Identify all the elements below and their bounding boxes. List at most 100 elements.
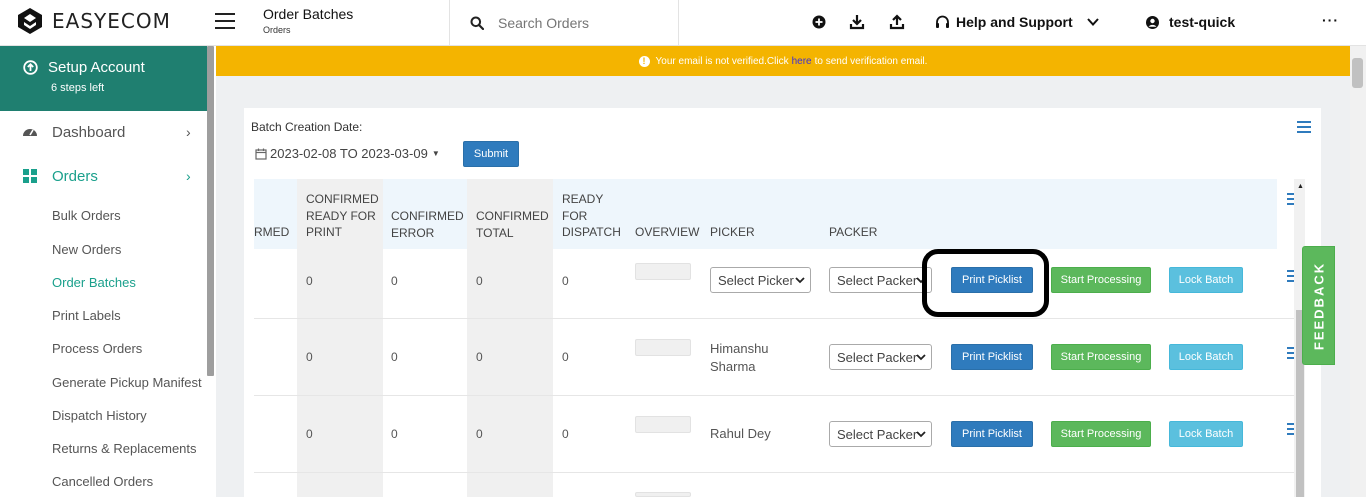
- col-header-line: DISPATCH: [562, 225, 621, 239]
- feedback-label: FEEDBACK: [1311, 261, 1326, 350]
- row-divider: [254, 318, 1294, 319]
- overview-bar[interactable]: [635, 416, 691, 433]
- menu-toggle-icon[interactable]: [215, 13, 235, 29]
- packer-select[interactable]: Select Packer: [829, 344, 932, 370]
- col-header-confirmed: RMED: [254, 225, 290, 239]
- col-header-ready-for-dispatch: READY FOR DISPATCH: [562, 191, 621, 241]
- picker-name-line: Sharma: [710, 359, 756, 374]
- sidebar: Setup Account 6 steps left Dashboard › O…: [0, 46, 216, 497]
- help-label: Help and Support: [956, 14, 1073, 30]
- more-options-icon[interactable]: ···: [1322, 12, 1339, 28]
- brand-logo[interactable]: EASYECOM: [16, 7, 171, 35]
- col-header-confirmed-total: CONFIRMED TOTAL: [476, 208, 549, 241]
- search-box: [449, 0, 679, 46]
- batch-creation-date-label: Batch Creation Date:: [251, 120, 363, 134]
- setup-steps-left: 6 steps left: [51, 82, 105, 94]
- verify-email-link[interactable]: here: [792, 56, 812, 67]
- picker-name: Rahul Dey: [710, 426, 771, 441]
- date-range-picker[interactable]: 2023-02-08 TO 2023-03-09 ▼: [255, 146, 440, 161]
- row-divider: [254, 472, 1294, 473]
- sidebar-item-orders[interactable]: Orders ›: [0, 156, 207, 196]
- setup-account-panel[interactable]: Setup Account 6 steps left: [0, 46, 207, 111]
- sidebar-subitem-generate-pickup-manifest[interactable]: Generate Pickup Manifest: [52, 375, 202, 390]
- caret-down-icon: ▼: [431, 149, 440, 158]
- email-verification-banner: ! Your email is not verified.Click here …: [216, 46, 1350, 76]
- breadcrumb[interactable]: Orders: [263, 25, 353, 35]
- cell-total: 0: [476, 350, 483, 364]
- chevron-right-icon: ›: [186, 168, 191, 184]
- cell-total: 0: [476, 427, 483, 441]
- packer-select[interactable]: Select Packer: [829, 421, 932, 447]
- window-scrollbar-thumb[interactable]: [1352, 58, 1363, 88]
- col-header-line: ERROR: [391, 225, 435, 240]
- chevron-down-icon: [795, 277, 805, 284]
- banner-text-after: to send verification email.: [814, 55, 928, 67]
- cell-ready-for-print: 0: [306, 427, 313, 441]
- help-and-support-link[interactable]: Help and Support: [935, 14, 1073, 30]
- print-picklist-button[interactable]: Print Picklist: [951, 421, 1033, 447]
- cell-error: 0: [391, 427, 398, 441]
- col-header-line: TOTAL: [476, 225, 514, 240]
- window-scrollbar[interactable]: [1350, 46, 1366, 497]
- cell-error: 0: [391, 274, 398, 288]
- overview-bar[interactable]: [635, 492, 691, 497]
- page-title-text: Order Batches: [263, 6, 354, 22]
- download-icon[interactable]: [849, 14, 865, 30]
- sidebar-subitem-returns-replacements[interactable]: Returns & Replacements: [52, 441, 197, 456]
- sidebar-subitem-dispatch-history[interactable]: Dispatch History: [52, 408, 147, 423]
- user-menu[interactable]: test-quick: [1146, 14, 1235, 30]
- start-processing-button[interactable]: Start Processing: [1051, 421, 1151, 447]
- sidebar-item-label: Orders: [52, 167, 98, 185]
- sidebar-subitem-print-labels[interactable]: Print Labels: [52, 308, 121, 323]
- sidebar-item-dashboard[interactable]: Dashboard ›: [0, 112, 207, 152]
- scroll-up-arrow-icon[interactable]: ▲: [1297, 183, 1304, 190]
- username: test-quick: [1169, 14, 1236, 30]
- brand-name: EASYECOM: [52, 9, 171, 33]
- add-icon[interactable]: [811, 14, 827, 30]
- search-input[interactable]: [498, 12, 668, 34]
- sidebar-subitem-process-orders[interactable]: Process Orders: [52, 341, 142, 356]
- start-processing-button[interactable]: Start Processing: [1051, 344, 1151, 370]
- sidebar-subitem-order-batches[interactable]: Order Batches: [52, 275, 136, 290]
- batches-card: [244, 108, 1321, 497]
- packer-select-value: Select Packer: [837, 272, 918, 288]
- col-header-overview: OVERVIEW: [635, 225, 700, 239]
- col-header-confirmed-error: CONFIRMED ERROR: [391, 208, 464, 241]
- cell-ready-for-dispatch: 0: [562, 427, 569, 441]
- chevron-down-icon[interactable]: [1086, 15, 1100, 29]
- overview-bar[interactable]: [635, 339, 691, 356]
- col-header-line: PRINT: [306, 225, 342, 239]
- chevron-down-icon: [916, 431, 926, 438]
- column-menu-icon[interactable]: [1297, 121, 1311, 133]
- feedback-tab[interactable]: FEEDBACK: [1302, 246, 1335, 365]
- sidebar-item-label: Dashboard: [52, 123, 126, 141]
- submit-button[interactable]: Submit: [463, 141, 519, 167]
- date-range-value: 2023-02-08 TO 2023-03-09: [270, 146, 428, 161]
- cell-error: 0: [391, 350, 398, 364]
- sidebar-scrollbar[interactable]: [207, 46, 214, 376]
- print-picklist-button[interactable]: Print Picklist: [951, 344, 1033, 370]
- overview-bar[interactable]: [635, 263, 691, 280]
- page-title: Order Batches Orders: [263, 6, 353, 35]
- sidebar-subitem-cancelled-orders[interactable]: Cancelled Orders: [52, 474, 153, 489]
- upload-icon[interactable]: [889, 14, 905, 30]
- row-divider: [254, 395, 1294, 396]
- col-header-confirmed-ready-for-print: CONFIRMED READY FOR PRINT: [306, 191, 379, 241]
- user-icon: [1146, 15, 1159, 29]
- col-header-line: CONFIRMED: [391, 209, 464, 223]
- lock-batch-button[interactable]: Lock Batch: [1169, 344, 1243, 370]
- packer-select-value: Select Packer: [837, 426, 918, 442]
- info-icon: !: [638, 55, 650, 67]
- sidebar-subitem-new-orders[interactable]: New Orders: [52, 242, 121, 257]
- packer-select-value: Select Packer: [837, 349, 918, 365]
- col-header-packer: PACKER: [829, 225, 878, 239]
- packer-select[interactable]: Select Packer: [829, 267, 932, 293]
- lock-batch-button[interactable]: Lock Batch: [1169, 421, 1243, 447]
- sidebar-subitem-bulk-orders[interactable]: Bulk Orders: [52, 208, 121, 223]
- chevron-down-icon: [916, 354, 926, 361]
- picker-select[interactable]: Select Picker: [710, 267, 811, 293]
- start-processing-button[interactable]: Start Processing: [1051, 267, 1151, 293]
- col-header-line: READY: [562, 192, 604, 206]
- search-icon[interactable]: [470, 16, 484, 30]
- lock-batch-button[interactable]: Lock Batch: [1169, 267, 1243, 293]
